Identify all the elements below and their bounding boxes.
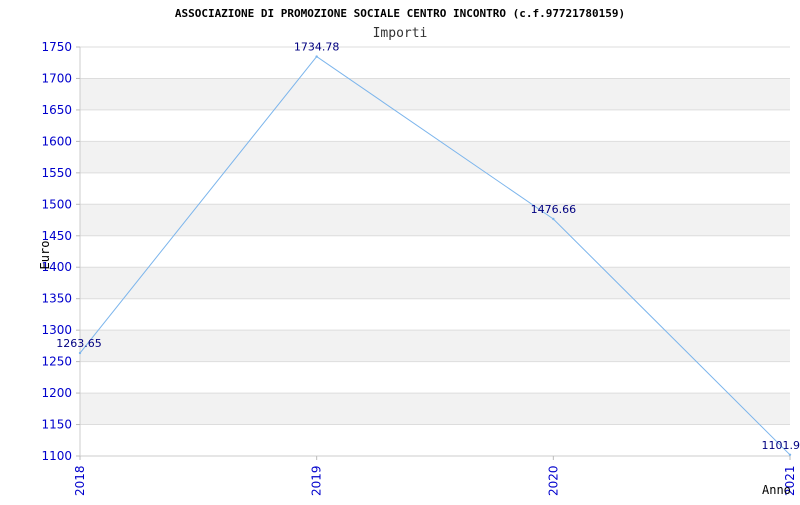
grid-band (80, 267, 790, 298)
grid-bands (80, 78, 790, 424)
x-axis-label: Anno (762, 483, 791, 497)
data-point (789, 454, 791, 456)
x-axis-ticks: 2018201920202021 (73, 456, 797, 496)
data-label: 1476.66 (531, 203, 577, 216)
y-tick-label: 1300 (41, 323, 72, 337)
data-point (79, 352, 81, 354)
data-label: 1734.78 (294, 41, 340, 54)
line-chart-svg: ASSOCIAZIONE DI PROMOZIONE SOCIALE CENTR… (0, 0, 800, 500)
data-label: 1101.9 (762, 439, 800, 452)
grid-band (80, 141, 790, 172)
y-tick-label: 1250 (41, 355, 72, 369)
y-tick-label: 1700 (41, 71, 72, 85)
data-label: 1263.65 (56, 337, 102, 350)
y-tick-label: 1600 (41, 134, 72, 148)
chart: ASSOCIAZIONE DI PROMOZIONE SOCIALE CENTR… (0, 0, 800, 500)
y-tick-label: 1200 (41, 386, 72, 400)
x-tick-label: 2019 (310, 465, 324, 496)
y-tick-label: 1500 (41, 197, 72, 211)
grid-band (80, 330, 790, 361)
grid-band (80, 393, 790, 424)
y-tick-label: 1100 (41, 449, 72, 463)
data-point (315, 55, 317, 57)
chart-title: ASSOCIAZIONE DI PROMOZIONE SOCIALE CENTR… (175, 7, 625, 20)
y-tick-label: 1350 (41, 292, 72, 306)
y-tick-label: 1550 (41, 166, 72, 180)
y-tick-label: 1150 (41, 418, 72, 432)
grid-band (80, 78, 790, 109)
y-tick-label: 1650 (41, 103, 72, 117)
y-tick-label: 1750 (41, 40, 72, 54)
x-tick-label: 2020 (546, 465, 560, 496)
data-point (552, 218, 554, 220)
chart-subtitle: Importi (373, 26, 428, 41)
y-axis-label: Euro (38, 241, 52, 270)
x-tick-label: 2018 (73, 465, 87, 496)
